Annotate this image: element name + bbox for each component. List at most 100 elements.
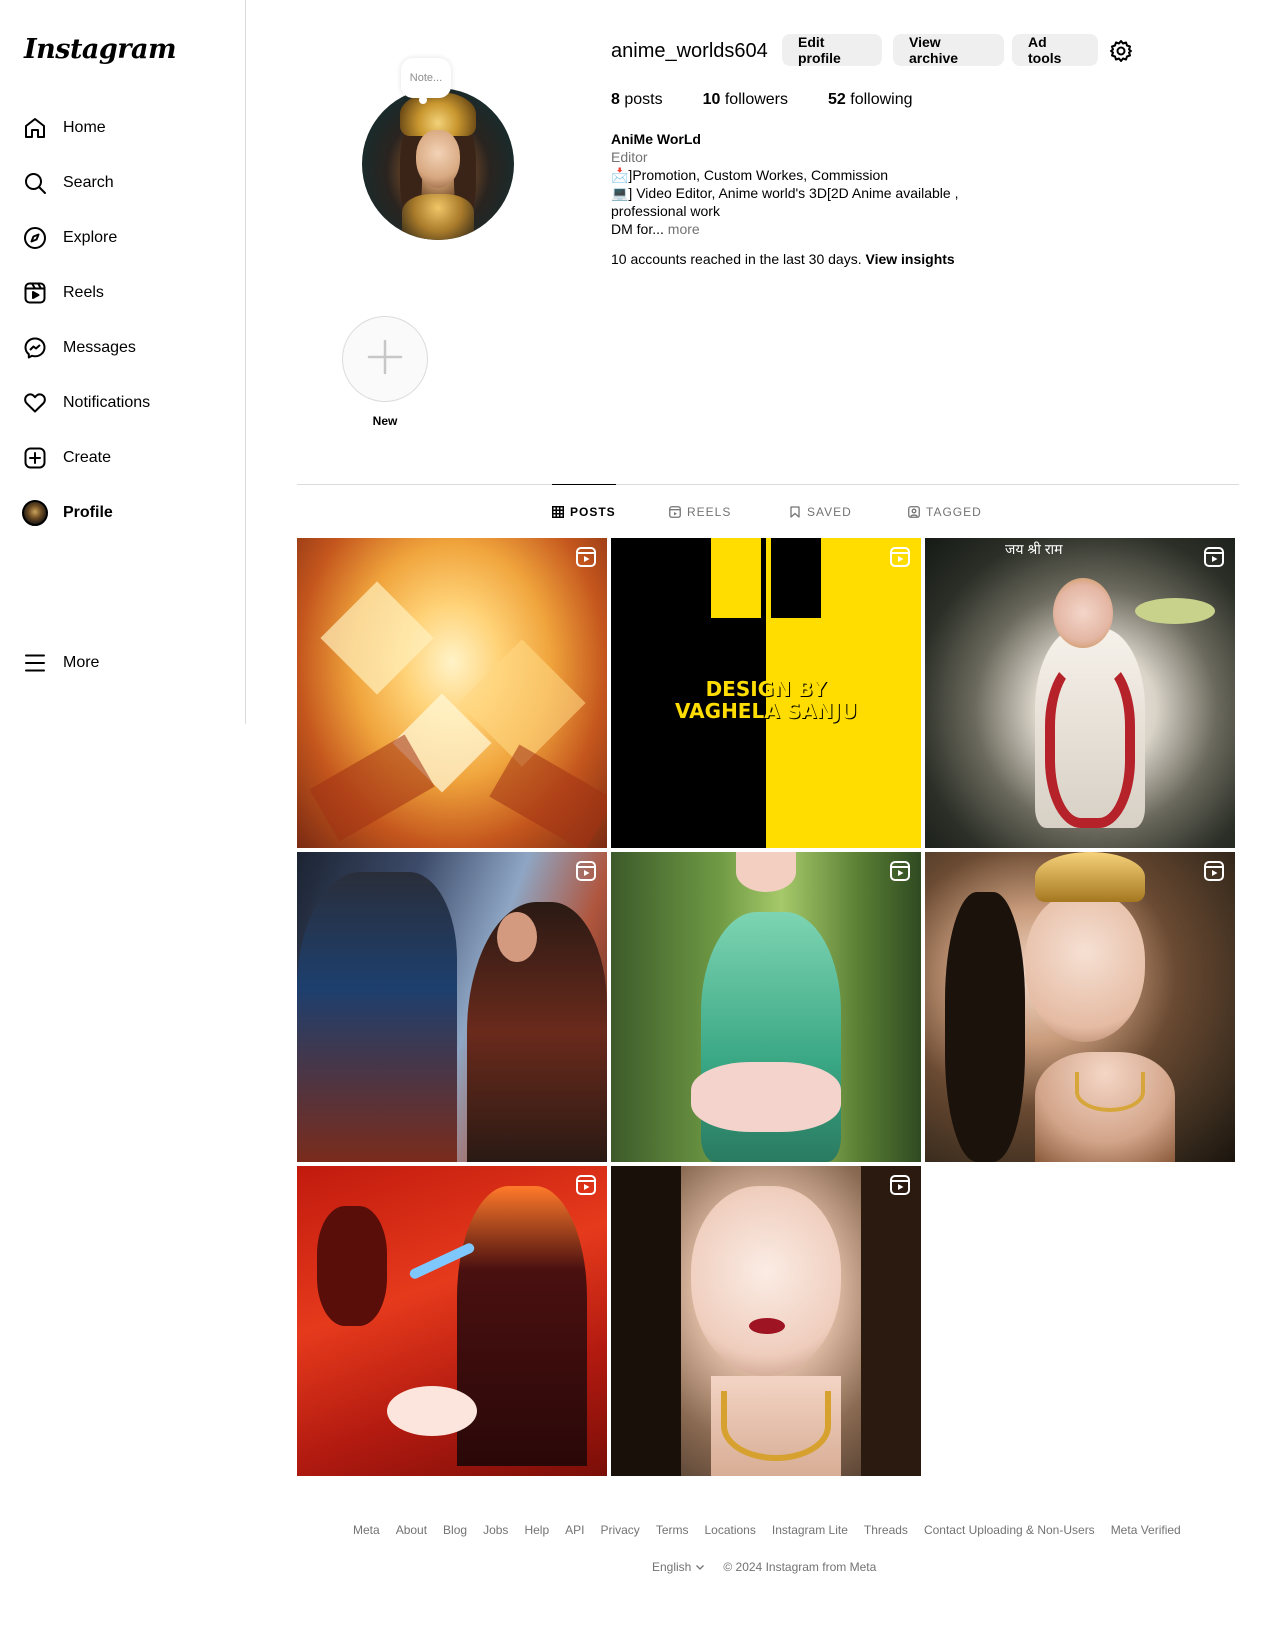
sidebar: Instagram Home Search Explore Reels Mess… [0, 0, 246, 724]
reels-icon [669, 506, 681, 518]
sidebar-item-profile[interactable]: Profile [22, 493, 232, 533]
post-tile[interactable] [925, 852, 1235, 1162]
sidebar-item-explore[interactable]: Explore [22, 218, 232, 258]
tab-posts[interactable]: POSTS [552, 484, 616, 538]
footer-link[interactable]: Privacy [600, 1523, 639, 1537]
footer-link[interactable]: Help [524, 1523, 549, 1537]
reel-icon [889, 860, 911, 882]
sidebar-item-search[interactable]: Search [22, 163, 232, 203]
tab-reels[interactable]: REELS [669, 485, 731, 539]
view-archive-button[interactable]: View archive [893, 34, 1004, 66]
sidebar-item-label: Home [63, 119, 106, 136]
post-tile[interactable] [611, 1166, 921, 1476]
sidebar-item-notifications[interactable]: Notifications [22, 383, 232, 423]
sidebar-item-label: Notifications [63, 394, 151, 411]
tab-label: POSTS [570, 504, 616, 519]
reels-icon [22, 280, 48, 306]
compass-icon [22, 225, 48, 251]
bio-line: professional work [611, 203, 720, 219]
sidebar-item-create[interactable]: Create [22, 438, 232, 478]
post-overlay-text: DESIGN BY VAGHELA SANJU [675, 677, 857, 723]
footer-link[interactable]: Threads [864, 1523, 908, 1537]
reel-icon [575, 1174, 597, 1196]
bio-line: 📩]Promotion, Custom Workes, Commission [611, 167, 889, 183]
sidebar-item-label: Create [63, 449, 112, 466]
footer-link[interactable]: Contact Uploading & Non-Users [924, 1523, 1095, 1537]
copyright: © 2024 Instagram from Meta [723, 1560, 877, 1574]
view-insights-link[interactable]: View insights [866, 251, 955, 267]
post-tile[interactable] [297, 538, 607, 848]
insights-row: 10 accounts reached in the last 30 days.… [611, 251, 955, 267]
post-tile[interactable] [297, 1166, 607, 1476]
settings-gear-icon[interactable] [1108, 38, 1134, 64]
profile-stats: 8 posts 10 followers 52 following [611, 91, 953, 109]
home-icon [22, 115, 48, 141]
bio-line: 💻] Video Editor, Anime world's 3D[2D Ani… [611, 185, 959, 201]
sidebar-item-label: Explore [63, 229, 118, 246]
post-tile[interactable] [297, 852, 607, 1162]
grid-icon [552, 505, 564, 518]
footer-links: Meta About Blog Jobs Help API Privacy Te… [353, 1523, 1197, 1537]
footer-link[interactable]: Terms [656, 1523, 689, 1537]
footer-link[interactable]: About [396, 1523, 427, 1537]
reel-icon [575, 860, 597, 882]
tab-label: TAGGED [926, 505, 982, 519]
tab-saved[interactable]: SAVED [789, 485, 852, 539]
bookmark-icon [789, 506, 801, 518]
sidebar-item-label: Messages [63, 339, 136, 356]
insights-text: 10 accounts reached in the last 30 days. [611, 251, 862, 267]
bio-more-link[interactable]: more [668, 221, 700, 237]
profile-display-name: AniMe WorLd [611, 131, 701, 147]
tag-user-icon [908, 506, 920, 518]
sidebar-item-reels[interactable]: Reels [22, 273, 232, 313]
profile-avatar [22, 500, 48, 526]
post-overlay-text: जय श्री राम [1005, 541, 1063, 557]
footer-link[interactable]: Blog [443, 1523, 467, 1537]
post-tile[interactable]: DESIGN BY VAGHELA SANJU [611, 538, 921, 848]
tab-tagged[interactable]: TAGGED [908, 485, 982, 539]
tabs-divider [297, 484, 1239, 485]
edit-profile-button[interactable]: Edit profile [782, 34, 882, 66]
plus-square-icon [22, 445, 48, 471]
post-tile[interactable] [611, 852, 921, 1162]
heart-icon [22, 390, 48, 416]
followers-stat[interactable]: 10 followers [703, 91, 788, 109]
post-tile[interactable]: जय श्री राम [925, 538, 1235, 848]
bio-line: DM for... [611, 221, 664, 237]
messenger-icon [22, 335, 48, 361]
reel-icon [889, 546, 911, 568]
new-highlight-button[interactable] [342, 316, 428, 402]
footer-link[interactable]: Jobs [483, 1523, 508, 1537]
reel-icon [575, 546, 597, 568]
sidebar-item-more[interactable]: More [22, 643, 232, 683]
note-bubble[interactable]: Note... [401, 58, 451, 104]
profile-category: Editor [611, 149, 648, 165]
following-stat[interactable]: 52 following [828, 91, 913, 109]
footer-bottom: English © 2024 Instagram from Meta [652, 1560, 876, 1574]
search-icon [22, 170, 48, 196]
menu-icon [22, 650, 48, 676]
new-highlight-label: New [372, 414, 398, 428]
sidebar-item-label: Reels [63, 284, 104, 301]
reel-icon [889, 1174, 911, 1196]
profile-bio: AniMe WorLd Editor 📩]Promotion, Custom W… [611, 130, 991, 238]
chevron-down-icon [695, 1562, 705, 1572]
tab-label: REELS [687, 505, 732, 519]
language-select[interactable]: English [652, 1560, 705, 1574]
footer-link[interactable]: API [565, 1523, 584, 1537]
instagram-logo[interactable]: Instagram [24, 34, 177, 65]
reel-icon [1203, 860, 1225, 882]
tab-label: SAVED [807, 505, 852, 519]
footer-link[interactable]: Meta [353, 1523, 380, 1537]
sidebar-item-label: Profile [63, 504, 113, 521]
sidebar-item-home[interactable]: Home [22, 108, 232, 148]
profile-avatar-large[interactable] [362, 88, 514, 240]
ad-tools-button[interactable]: Ad tools [1012, 34, 1098, 66]
language-label: English [652, 1560, 692, 1574]
footer-link[interactable]: Locations [704, 1523, 755, 1537]
profile-username: anime_worlds604 [611, 40, 768, 62]
footer-link[interactable]: Meta Verified [1111, 1523, 1181, 1537]
footer-link[interactable]: Instagram Lite [772, 1523, 848, 1537]
reel-icon [1203, 546, 1225, 568]
sidebar-item-messages[interactable]: Messages [22, 328, 232, 368]
